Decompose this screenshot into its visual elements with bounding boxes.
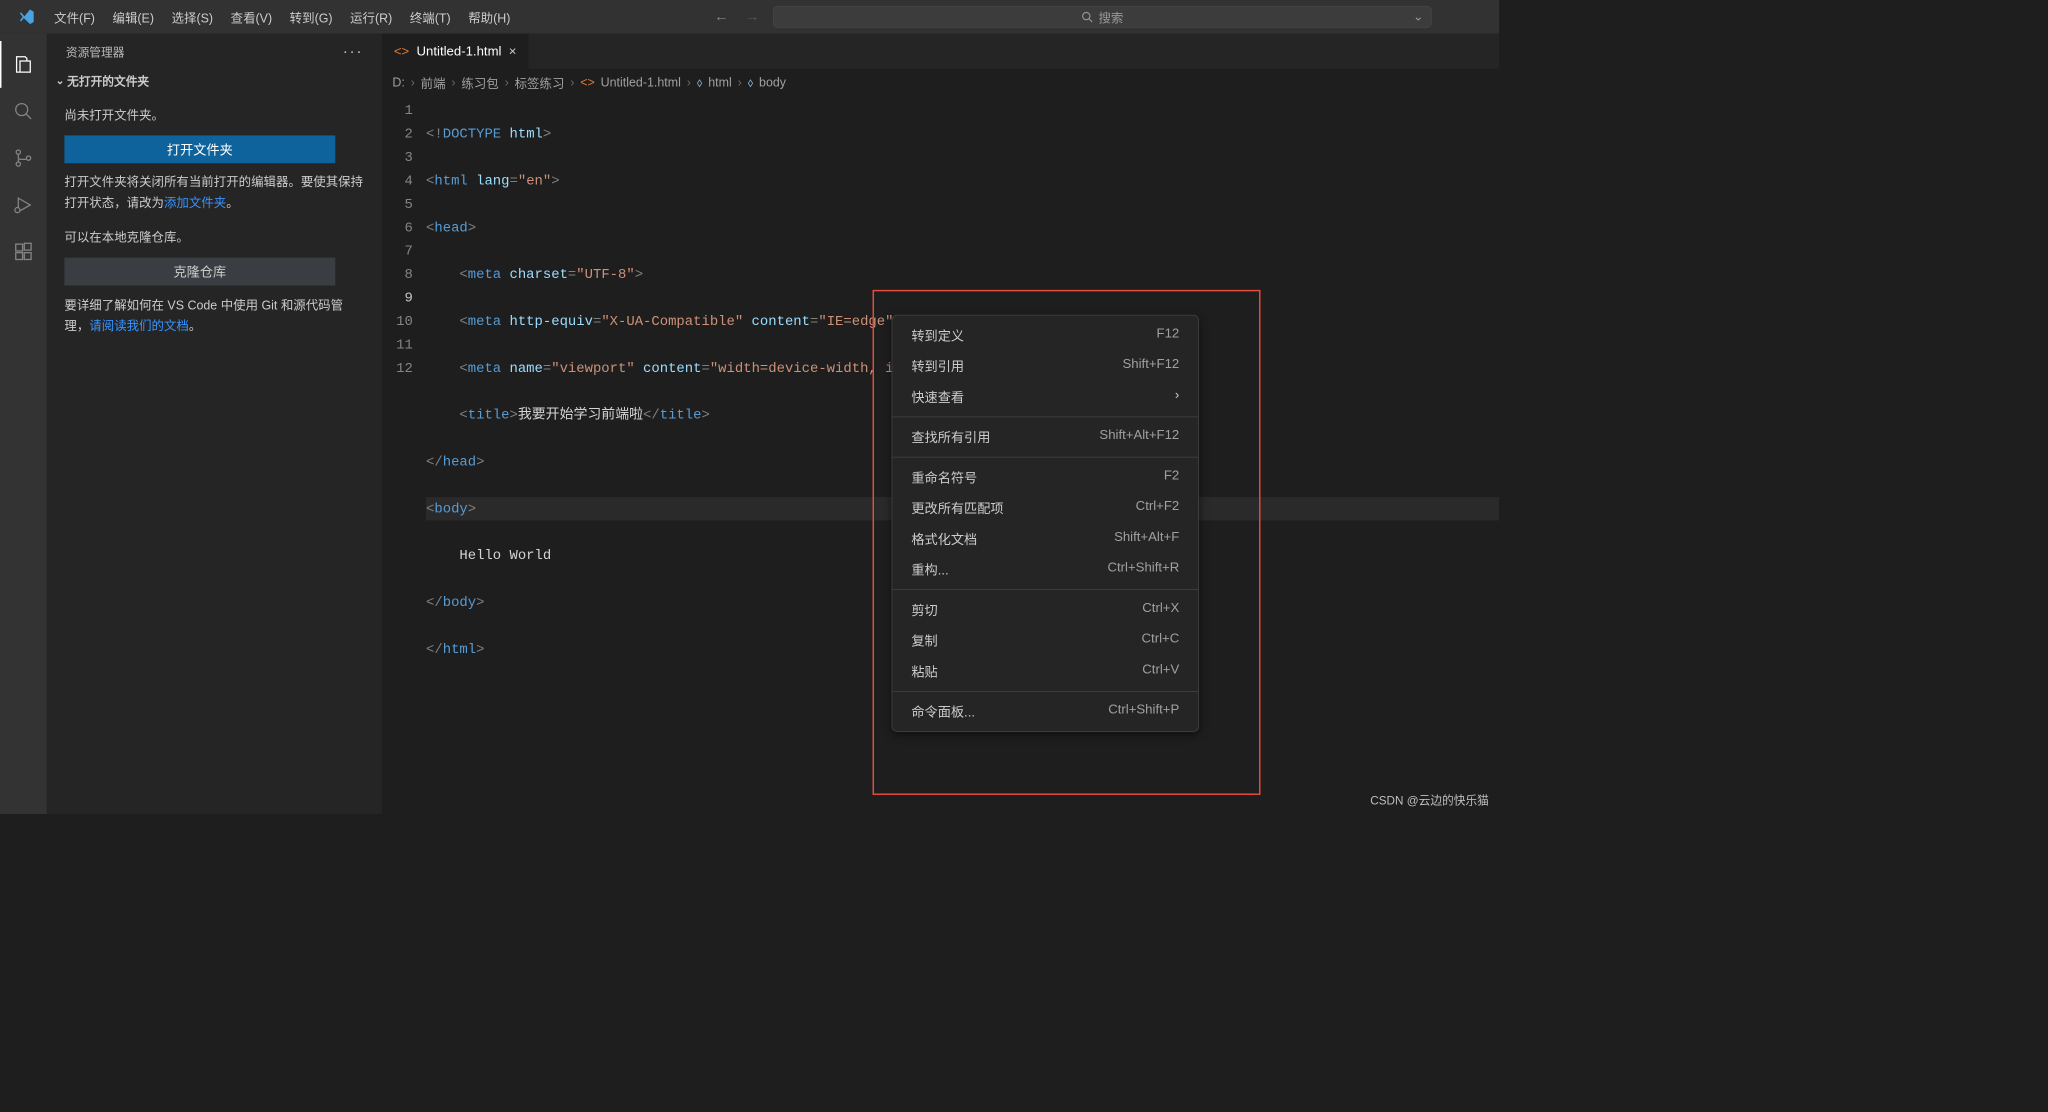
editor-tabs: <> Untitled-1.html × bbox=[382, 34, 1499, 69]
menu-refactor[interactable]: 重构...Ctrl+Shift+R bbox=[892, 554, 1198, 585]
watermark-text: CSDN @云边的快乐猫 bbox=[1370, 791, 1489, 809]
sidebar-note-3: 要详细了解如何在 VS Code 中使用 Git 和源代码管理，请阅读我们的文档… bbox=[64, 295, 364, 337]
sidebar-section-title[interactable]: ⌄ 无打开的文件夹 bbox=[47, 69, 382, 92]
menu-go[interactable]: 转到(G) bbox=[281, 3, 341, 30]
sidebar-title: 资源管理器 bbox=[66, 42, 125, 60]
menu-copy[interactable]: 复制Ctrl+C bbox=[892, 625, 1198, 656]
sidebar-body: 尚未打开文件夹。 打开文件夹 打开文件夹将关闭所有当前打开的编辑器。要使其保持打… bbox=[47, 92, 382, 343]
more-actions-icon[interactable]: ··· bbox=[343, 42, 363, 61]
activity-search-icon[interactable] bbox=[0, 88, 47, 135]
vscode-logo-icon bbox=[18, 8, 36, 26]
main-layout: 资源管理器 ··· ⌄ 无打开的文件夹 尚未打开文件夹。 打开文件夹 打开文件夹… bbox=[0, 34, 1499, 814]
menu-terminal[interactable]: 终端(T) bbox=[401, 3, 459, 30]
breadcrumbs[interactable]: D:› 前端› 练习包› 标签练习› <> Untitled-1.html› ⬨… bbox=[382, 69, 1499, 96]
close-tab-icon[interactable]: × bbox=[509, 44, 517, 59]
menu-paste[interactable]: 粘贴Ctrl+V bbox=[892, 656, 1198, 687]
activity-source-control-icon[interactable] bbox=[0, 135, 47, 182]
menu-cut[interactable]: 剪切Ctrl+X bbox=[892, 594, 1198, 625]
menu-find-all-references[interactable]: 查找所有引用Shift+Alt+F12 bbox=[892, 422, 1198, 453]
activity-debug-icon[interactable] bbox=[0, 182, 47, 229]
menu-run[interactable]: 运行(R) bbox=[341, 3, 401, 30]
menu-command-palette[interactable]: 命令面板...Ctrl+Shift+P bbox=[892, 696, 1198, 727]
read-docs-link[interactable]: 请阅读我们的文档 bbox=[89, 319, 189, 333]
menu-bar: 文件(F) 编辑(E) 选择(S) 查看(V) 转到(G) 运行(R) 终端(T… bbox=[45, 3, 519, 30]
menu-format-document[interactable]: 格式化文档Shift+Alt+F bbox=[892, 523, 1198, 554]
menu-separator bbox=[892, 589, 1198, 590]
search-placeholder: 搜索 bbox=[1098, 8, 1123, 26]
element-icon: ⬨ bbox=[697, 75, 703, 90]
menu-change-all-occurrences[interactable]: 更改所有匹配项Ctrl+F2 bbox=[892, 493, 1198, 524]
sidebar-explorer: 资源管理器 ··· ⌄ 无打开的文件夹 尚未打开文件夹。 打开文件夹 打开文件夹… bbox=[47, 34, 382, 814]
html-file-icon: <> bbox=[580, 75, 595, 90]
menu-peek[interactable]: 快速查看› bbox=[892, 381, 1198, 412]
command-center-search[interactable]: 搜索 ⌄ bbox=[773, 6, 1432, 28]
editor-tab[interactable]: <> Untitled-1.html × bbox=[382, 34, 528, 69]
menu-goto-definition[interactable]: 转到定义F12 bbox=[892, 320, 1198, 351]
html-file-icon: <> bbox=[394, 44, 409, 59]
menu-help[interactable]: 帮助(H) bbox=[459, 3, 519, 30]
search-icon bbox=[1081, 11, 1093, 23]
menu-separator bbox=[892, 457, 1198, 458]
open-folder-button[interactable]: 打开文件夹 bbox=[64, 135, 335, 163]
activity-explorer-icon[interactable] bbox=[0, 41, 47, 88]
sidebar-note-1: 打开文件夹将关闭所有当前打开的编辑器。要使其保持打开状态，请改为添加文件夹。 bbox=[64, 172, 364, 214]
no-folder-text: 尚未打开文件夹。 bbox=[64, 105, 364, 126]
menu-edit[interactable]: 编辑(E) bbox=[104, 3, 163, 30]
menu-view[interactable]: 查看(V) bbox=[222, 3, 281, 30]
menu-separator bbox=[892, 691, 1198, 692]
sidebar-header: 资源管理器 ··· bbox=[47, 34, 382, 69]
add-folder-link[interactable]: 添加文件夹 bbox=[164, 196, 226, 210]
tab-filename: Untitled-1.html bbox=[417, 44, 502, 59]
chevron-down-icon: ⌄ bbox=[1413, 10, 1423, 25]
chevron-down-icon: ⌄ bbox=[56, 74, 65, 86]
element-icon: ⬨ bbox=[748, 75, 754, 90]
clone-repo-button[interactable]: 克隆仓库 bbox=[64, 257, 335, 285]
editor-context-menu: 转到定义F12 转到引用Shift+F12 快速查看› 查找所有引用Shift+… bbox=[892, 315, 1199, 732]
menu-goto-references[interactable]: 转到引用Shift+F12 bbox=[892, 351, 1198, 382]
menu-rename-symbol[interactable]: 重命名符号F2 bbox=[892, 462, 1198, 493]
activity-bar bbox=[0, 34, 47, 814]
sidebar-note-2: 可以在本地克隆仓库。 bbox=[64, 227, 364, 248]
menu-selection[interactable]: 选择(S) bbox=[163, 3, 222, 30]
menu-file[interactable]: 文件(F) bbox=[45, 3, 103, 30]
nav-forward-icon[interactable]: → bbox=[742, 8, 762, 25]
activity-extensions-icon[interactable] bbox=[0, 228, 47, 275]
menu-separator bbox=[892, 417, 1198, 418]
nav-back-icon[interactable]: ← bbox=[711, 8, 731, 25]
chevron-right-icon: › bbox=[1175, 387, 1179, 406]
line-gutter: 123456789101112 bbox=[382, 99, 426, 708]
titlebar: 文件(F) 编辑(E) 选择(S) 查看(V) 转到(G) 运行(R) 终端(T… bbox=[0, 0, 1499, 34]
